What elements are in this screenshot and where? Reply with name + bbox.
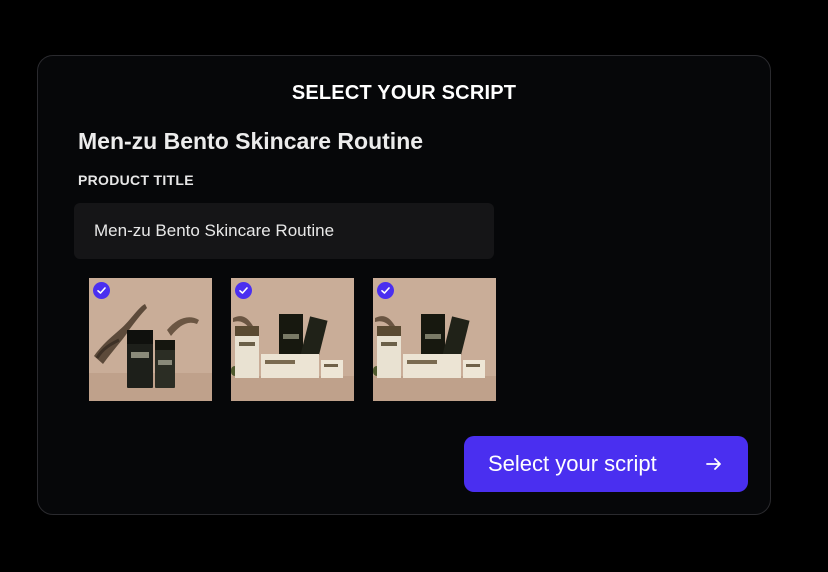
selected-check-icon xyxy=(235,282,252,299)
product-title-input[interactable] xyxy=(74,203,494,259)
select-script-button-label: Select your script xyxy=(488,451,657,476)
product-name: Men-zu Bento Skincare Routine xyxy=(78,128,424,154)
selected-check-icon xyxy=(93,282,110,299)
page-title: SELECT YOUR SCRIPT xyxy=(291,82,517,104)
product-title-label: PRODUCT TITLE xyxy=(78,172,194,188)
script-selection-card: SELECT YOUR SCRIPT Men-zu Bento Skincare… xyxy=(37,55,771,515)
arrow-right-icon xyxy=(704,454,724,474)
product-image-2[interactable] xyxy=(231,278,354,401)
product-image-1[interactable] xyxy=(89,278,212,401)
selected-check-icon xyxy=(377,282,394,299)
select-script-button[interactable]: Select your script xyxy=(464,436,748,492)
product-image-3[interactable] xyxy=(373,278,496,401)
product-image-list xyxy=(89,278,496,401)
